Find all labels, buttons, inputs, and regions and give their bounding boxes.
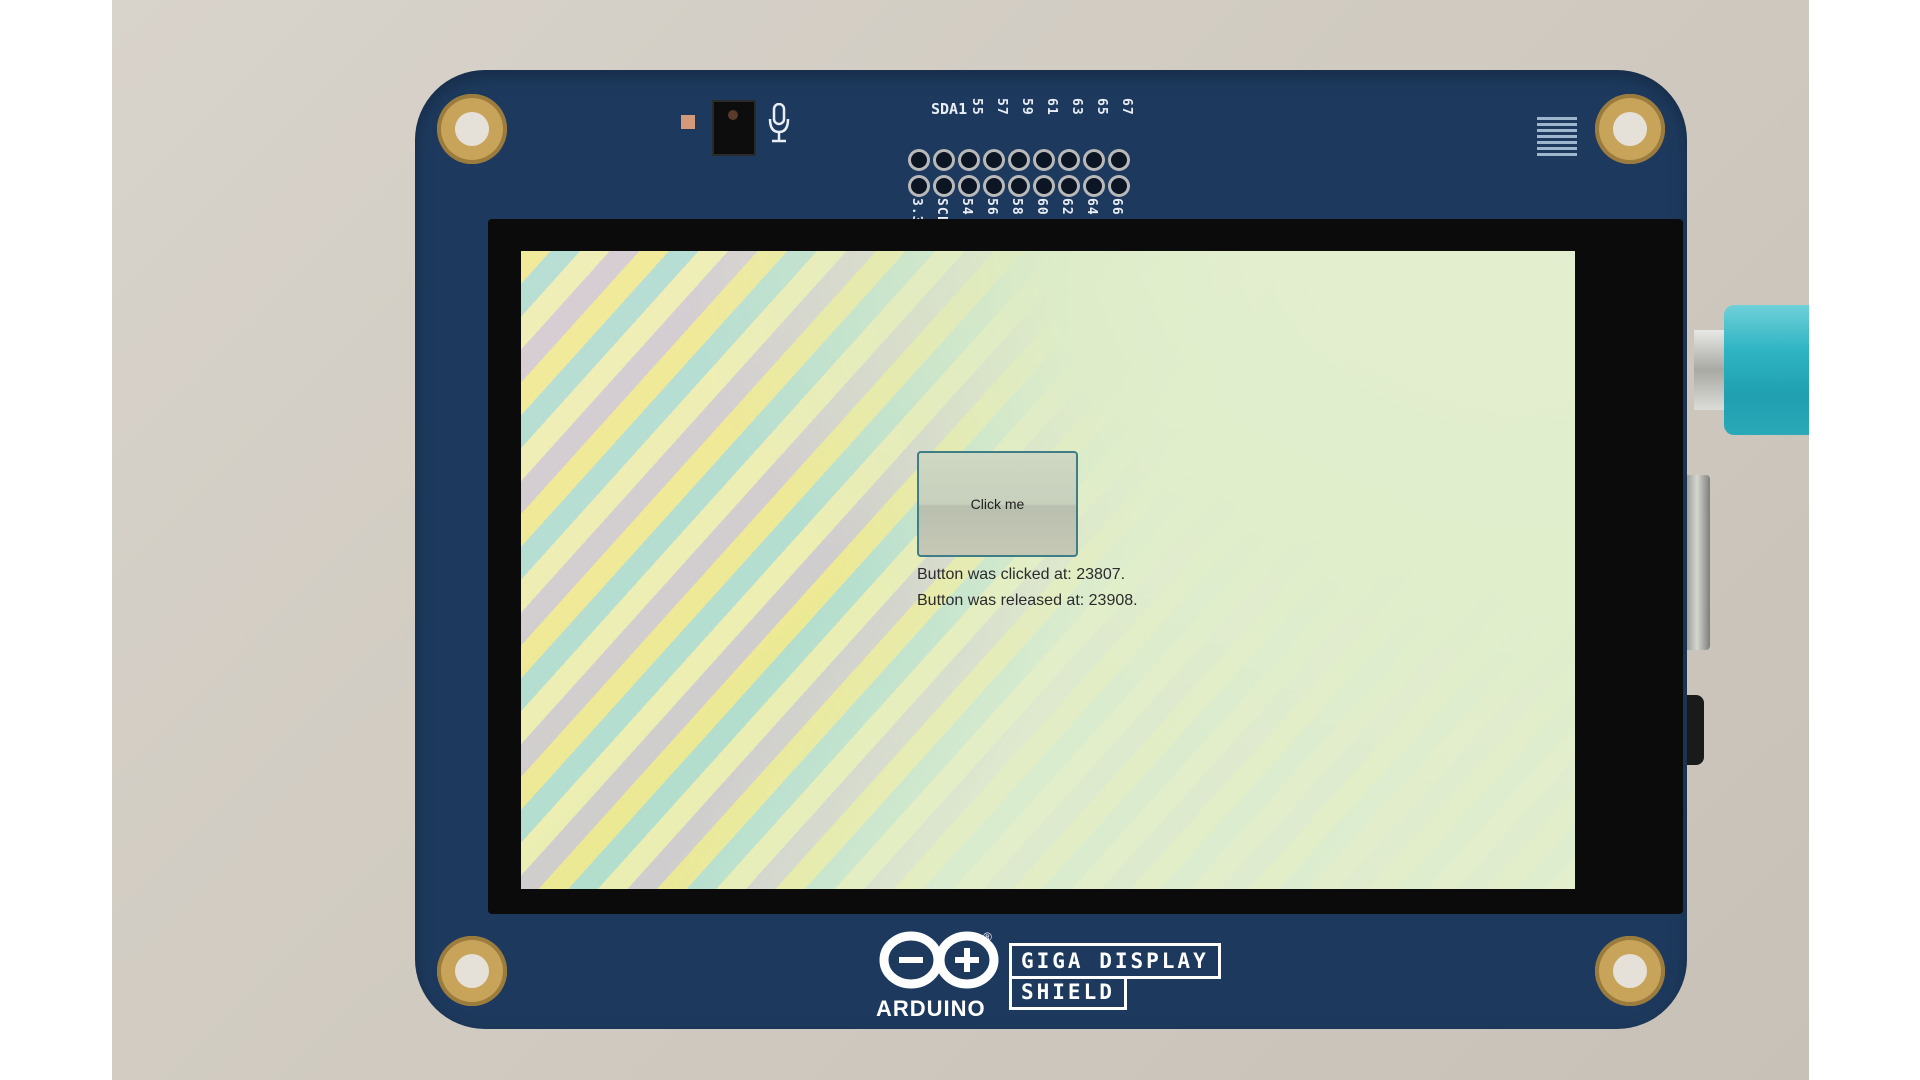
- header-pin: [1036, 152, 1052, 168]
- click-me-label: Click me: [970, 496, 1025, 512]
- pin-label-62: 62: [1059, 198, 1074, 216]
- header-pin: [1036, 178, 1052, 194]
- header-pin: [936, 178, 952, 194]
- sda1-label: SDA1: [931, 100, 968, 118]
- header-pin: [1111, 152, 1127, 168]
- header-pin: [911, 178, 927, 194]
- header-pin: [936, 152, 952, 168]
- pin-label-66: 66: [1109, 198, 1124, 216]
- registered-mark: ®: [983, 930, 992, 944]
- pin-label-58: 58: [1009, 198, 1024, 216]
- display-shield-board: SDA1 55 57 59 61 63 65 67 3.3V SCL1 54 5…: [415, 70, 1687, 1029]
- pin-label-64: 64: [1084, 198, 1099, 216]
- gpio-header: SDA1 55 57 59 61 63 65 67 3.3V SCL1 54 5…: [901, 98, 1231, 233]
- pin-label-61: 61: [1044, 98, 1059, 116]
- arduino-wordmark: ARDUINO: [876, 996, 986, 1021]
- header-pin: [961, 152, 977, 168]
- pin-label-56: 56: [984, 198, 999, 216]
- touch-screen[interactable]: Click me Button was clicked at: 23807. B…: [521, 251, 1575, 889]
- camera-sensor: [712, 100, 756, 156]
- pin-label-54: 54: [959, 198, 974, 216]
- header-pin: [1111, 178, 1127, 194]
- product-name-line1: GIGA DISPLAY: [1009, 943, 1221, 979]
- photo-background: SDA1 55 57 59 61 63 65 67 3.3V SCL1 54 5…: [112, 0, 1809, 1080]
- header-pin: [1086, 178, 1102, 194]
- product-name-line2: SHIELD: [1009, 977, 1127, 1010]
- header-pin: [1086, 152, 1102, 168]
- mounting-hole: [1595, 936, 1665, 1006]
- released-status-text: Button was released at: 23908.: [917, 592, 1138, 609]
- header-pin: [986, 152, 1002, 168]
- header-pin: [1011, 178, 1027, 194]
- mounting-hole: [1595, 94, 1665, 164]
- arduino-infinity-logo: [879, 931, 999, 989]
- header-pin: [986, 178, 1002, 194]
- clicked-status-text: Button was clicked at: 23807.: [917, 566, 1126, 583]
- usb-cable: [1724, 305, 1809, 435]
- datamatrix-code: [1537, 116, 1577, 156]
- header-pin: [1011, 152, 1027, 168]
- mounting-hole: [437, 936, 507, 1006]
- pin-label-67: 67: [1119, 98, 1134, 116]
- side-connector: [1684, 475, 1710, 650]
- header-pin: [1061, 152, 1077, 168]
- header-pin: [961, 178, 977, 194]
- microphone-icon: [768, 103, 790, 143]
- mounting-hole: [437, 94, 507, 164]
- click-me-button[interactable]: Click me: [917, 451, 1078, 557]
- pin-label-60: 60: [1034, 198, 1049, 216]
- pin-label-63: 63: [1069, 98, 1084, 116]
- display-bezel: Click me Button was clicked at: 23807. B…: [488, 219, 1683, 914]
- pin-label-59: 59: [1019, 98, 1034, 116]
- header-pin: [1061, 178, 1077, 194]
- status-led: [681, 115, 695, 129]
- pin-label-57: 57: [994, 98, 1009, 116]
- pin-label-65: 65: [1094, 98, 1109, 116]
- header-pin: [911, 152, 927, 168]
- pin-label-55: 55: [969, 98, 984, 116]
